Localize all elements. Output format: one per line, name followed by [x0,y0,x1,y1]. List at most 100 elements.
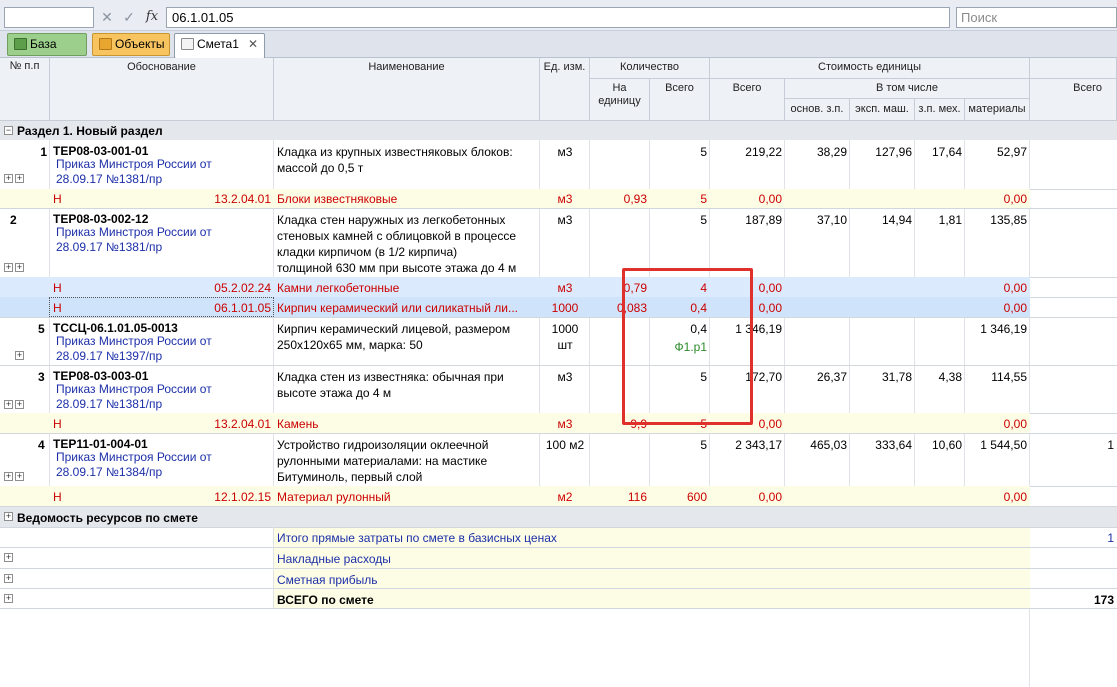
item-unit[interactable]: м3 [540,142,590,162]
header-cost-total[interactable]: Всего [710,79,785,121]
basis-order[interactable]: 28.09.17 №1381/пр [50,170,274,189]
resource-name[interactable]: Камень [274,414,540,434]
cost-materials[interactable]: 0,00 [965,278,1030,298]
expand-icon[interactable]: + [15,400,24,409]
header-grand-total[interactable]: Всего [1030,79,1117,121]
header-basis[interactable]: Обоснование [50,58,274,121]
summary-profit[interactable]: Сметная прибыль [274,570,1030,590]
cost-zpmeh[interactable]: 1,81 [915,210,965,230]
expand-icon[interactable]: + [4,174,13,183]
resource-name[interactable]: Материал рулонный [274,487,540,507]
resource-code[interactable]: 06.1.01.05 [50,298,274,318]
basis-order[interactable]: 28.09.17 №1381/пр [50,238,274,257]
cost-total[interactable]: 187,89 [710,210,785,230]
cost-total[interactable]: 219,22 [710,142,785,162]
resource-unit[interactable]: 1000 [540,298,590,318]
qty-per-unit[interactable]: 116 [590,487,650,507]
cost-zp[interactable]: 37,10 [785,210,850,230]
tab-objects[interactable]: Объекты [92,33,170,56]
resource-unit[interactable]: м2 [540,487,590,507]
expand-icon[interactable]: + [4,574,13,583]
resource-name[interactable]: Кирпич керамический или силикатный ли... [274,298,540,318]
cost-zp[interactable]: 26,37 [785,367,850,387]
cost-total[interactable]: 0,00 [710,487,785,507]
summary-grand-total-value[interactable]: 173 [1030,590,1117,610]
cost-materials[interactable]: 0,00 [965,298,1030,318]
qty-total[interactable]: 5 [650,189,710,209]
collapse-icon[interactable]: − [4,126,13,135]
expand-icon[interactable]: + [15,174,24,183]
close-tab-icon[interactable]: ✕ [248,37,258,51]
qty-per-unit[interactable]: 0,93 [590,189,650,209]
item-unit[interactable]: м3 [540,210,590,230]
cell-reference-box[interactable] [4,7,94,28]
header-including[interactable]: В том числе [785,79,1030,99]
basis-order[interactable]: 28.09.17 №1384/пр [50,463,274,482]
item-name[interactable]: 250х120х65 мм, марка: 50 [274,335,540,355]
expand-icon[interactable]: + [15,351,24,360]
formula-input[interactable]: 06.1.01.05 [166,7,950,28]
header-osn-zp[interactable]: основ. з.п. [785,99,850,121]
cost-materials[interactable]: 0,00 [965,189,1030,209]
summary-direct-costs[interactable]: Итого прямые затраты по смете в базисных… [274,528,1030,548]
header-eksp-mash[interactable]: эксп. маш. [850,99,915,121]
cost-mash[interactable]: 14,94 [850,210,915,230]
cost-zpmeh[interactable]: 17,64 [915,142,965,162]
cost-materials[interactable]: 0,00 [965,414,1030,434]
expand-icon[interactable]: + [4,594,13,603]
cost-materials[interactable]: 0,00 [965,487,1030,507]
cost-zpmeh[interactable]: 4,38 [915,367,965,387]
cancel-icon[interactable]: ✕ [98,8,116,26]
resource-unit[interactable]: м3 [540,189,590,209]
header-qty-per-unit[interactable]: На единицу [590,79,650,121]
qty-total[interactable]: 5 [650,142,710,162]
cost-materials[interactable]: 1 544,50 [965,435,1030,455]
function-icon[interactable]: fx [143,8,161,26]
item-name[interactable]: толщиной 630 мм при высоте этажа до 4 м [274,258,540,278]
cost-total[interactable]: 0,00 [710,189,785,209]
header-materials[interactable]: материалы [965,99,1030,121]
resource-code[interactable]: 12.1.02.15 [50,487,274,507]
grand-total[interactable]: 1 [1030,435,1117,455]
cost-materials[interactable]: 52,97 [965,142,1030,162]
item-name[interactable]: высоте этажа до 4 м [274,383,540,403]
expand-icon[interactable]: + [15,263,24,272]
resource-unit[interactable]: м3 [540,278,590,298]
item-name[interactable]: массой до 0,5 т [274,158,540,178]
header-qty-total[interactable]: Всего [650,79,710,121]
header-num[interactable]: № п.п [0,58,50,121]
basis-order[interactable]: 28.09.17 №1397/пр [50,347,274,366]
resource-unit[interactable]: м3 [540,414,590,434]
summary-direct-value[interactable]: 1 [1030,528,1117,548]
resource-code[interactable]: 05.2.02.24 [50,278,274,298]
qty-total[interactable]: 5 [650,210,710,230]
cost-materials[interactable]: 114,55 [965,367,1030,387]
resource-code[interactable]: 13.2.04.01 [50,414,274,434]
cost-zp[interactable]: 465,03 [785,435,850,455]
item-unit[interactable]: м3 [540,367,590,387]
summary-grand-total-label[interactable]: ВСЕГО по смете [274,590,1030,610]
expand-icon[interactable]: + [4,553,13,562]
header-unit-cost[interactable]: Стоимость единицы [710,58,1030,79]
cost-total[interactable]: 2 343,17 [710,435,785,455]
search-input[interactable]: Поиск [956,7,1117,28]
resource-name[interactable]: Блоки известняковые [274,189,540,209]
cost-materials[interactable]: 1 346,19 [965,319,1030,339]
item-unit[interactable]: 100 м2 [540,435,590,455]
qty-total[interactable]: 600 [650,487,710,507]
item-unit[interactable]: шт [540,335,590,355]
cost-mash[interactable]: 333,64 [850,435,915,455]
header-quantity[interactable]: Количество [590,58,710,79]
cost-zp[interactable]: 38,29 [785,142,850,162]
header-zp-meh[interactable]: з.п. мех. [915,99,965,121]
confirm-icon[interactable]: ✓ [120,8,138,26]
cost-materials[interactable]: 135,85 [965,210,1030,230]
resource-name[interactable]: Камни легкобетонные [274,278,540,298]
expand-icon[interactable]: + [4,512,13,521]
summary-overhead[interactable]: Накладные расходы [274,549,1030,569]
header-unit[interactable]: Ед. изм. [540,58,590,121]
basis-order[interactable]: 28.09.17 №1381/пр [50,395,274,414]
expand-icon[interactable]: + [4,263,13,272]
cost-mash[interactable]: 127,96 [850,142,915,162]
expand-icon[interactable]: + [15,472,24,481]
